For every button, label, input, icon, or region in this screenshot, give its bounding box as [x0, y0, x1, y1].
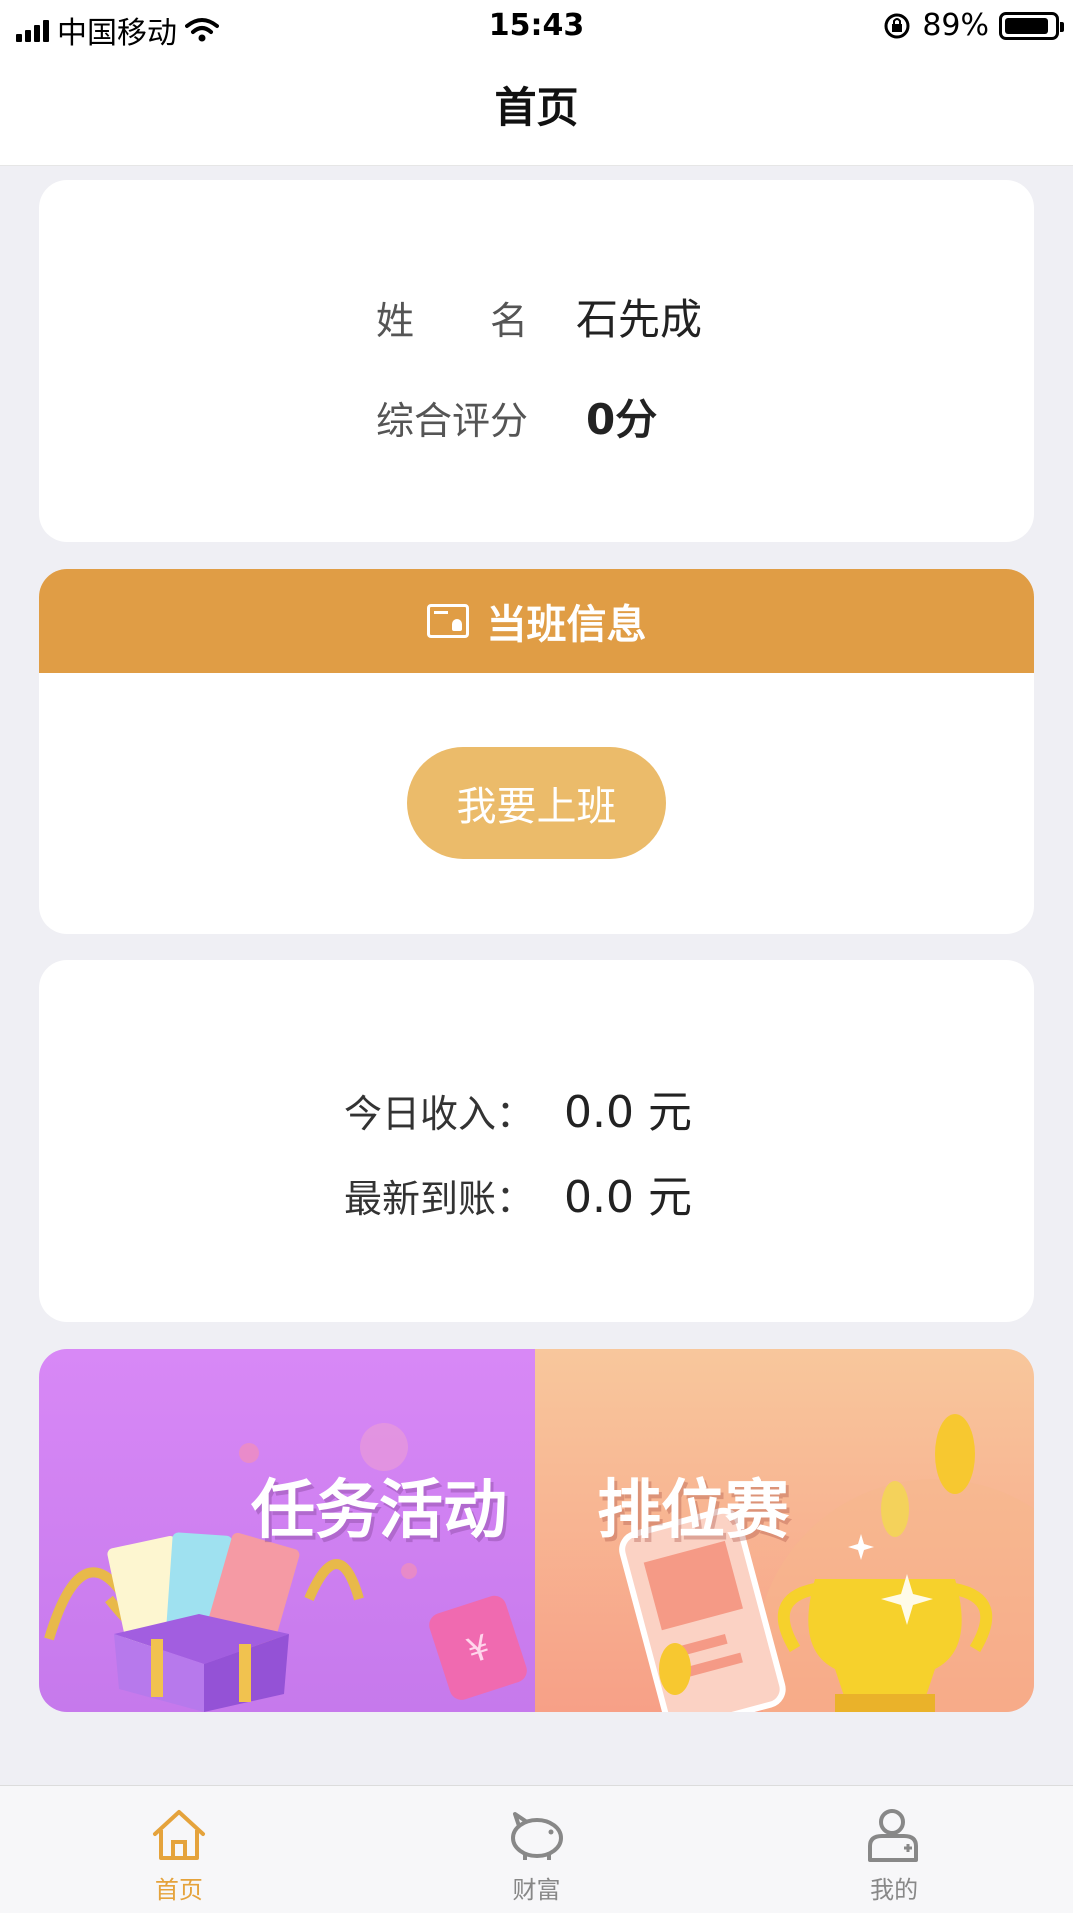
income-card: 今日收入： 0.0 元 最新到账： 0.0 元 [39, 960, 1034, 1322]
name-label: 姓 名 [376, 299, 529, 343]
shift-card: 当班信息 我要上班 [39, 569, 1034, 934]
task-activity-title: 任务活动 [251, 1474, 507, 1548]
start-shift-button[interactable]: 我要上班 [407, 747, 666, 859]
profile-card: 姓 名 石先成 综合评分 0分 [39, 180, 1034, 542]
score-value: 0分 [586, 395, 658, 444]
tab-mine[interactable]: 我的 [715, 1786, 1073, 1913]
shift-header-label: 当班信息 [486, 602, 647, 648]
status-bar: 中国移动 15:43 89% [0, 0, 1073, 54]
shift-header: 当班信息 [39, 569, 1034, 673]
today-income-value: 0.0 元 [564, 1087, 692, 1138]
latest-income-value: 0.0 元 [564, 1172, 692, 1223]
battery-percent: 89% [922, 8, 989, 43]
battery-icon [999, 11, 1064, 40]
latest-income-label: 最新到账： [344, 1177, 535, 1221]
today-income-label: 今日收入： [344, 1092, 535, 1136]
shift-badge-icon [426, 604, 469, 638]
tab-home-label: 首页 [154, 1876, 203, 1904]
task-activity-banner[interactable]: ¥ 任务活动 [39, 1349, 535, 1712]
name-row: 姓 名 石先成 [376, 286, 702, 347]
nav-bar: 首页 [0, 54, 1073, 166]
tab-wealth-label: 财富 [512, 1876, 561, 1904]
ranking-title: 排位赛 [597, 1474, 789, 1548]
tab-bar: 首页 财富 我的 [0, 1785, 1073, 1913]
page-title: 首页 [494, 83, 579, 132]
tab-mine-label: 我的 [870, 1876, 919, 1904]
user-icon [868, 1809, 919, 1862]
today-income-row: 今日收入： 0.0 元 [344, 1076, 692, 1140]
ranking-banner[interactable]: 排位赛 [535, 1349, 1034, 1712]
promo-banners: ¥ 任务活动 排位赛 [39, 1349, 1034, 1712]
tab-wealth[interactable]: 财富 [358, 1786, 716, 1913]
name-value: 石先成 [576, 295, 703, 344]
orientation-lock-icon [884, 13, 910, 38]
piggy-bank-icon [510, 1812, 563, 1860]
score-row: 综合评分 0分 [376, 386, 657, 447]
latest-income-row: 最新到账： 0.0 元 [344, 1161, 692, 1225]
home-icon [152, 1810, 205, 1860]
score-label: 综合评分 [376, 399, 529, 443]
tab-home[interactable]: 首页 [0, 1786, 358, 1913]
status-right: 89% [882, 8, 1064, 43]
